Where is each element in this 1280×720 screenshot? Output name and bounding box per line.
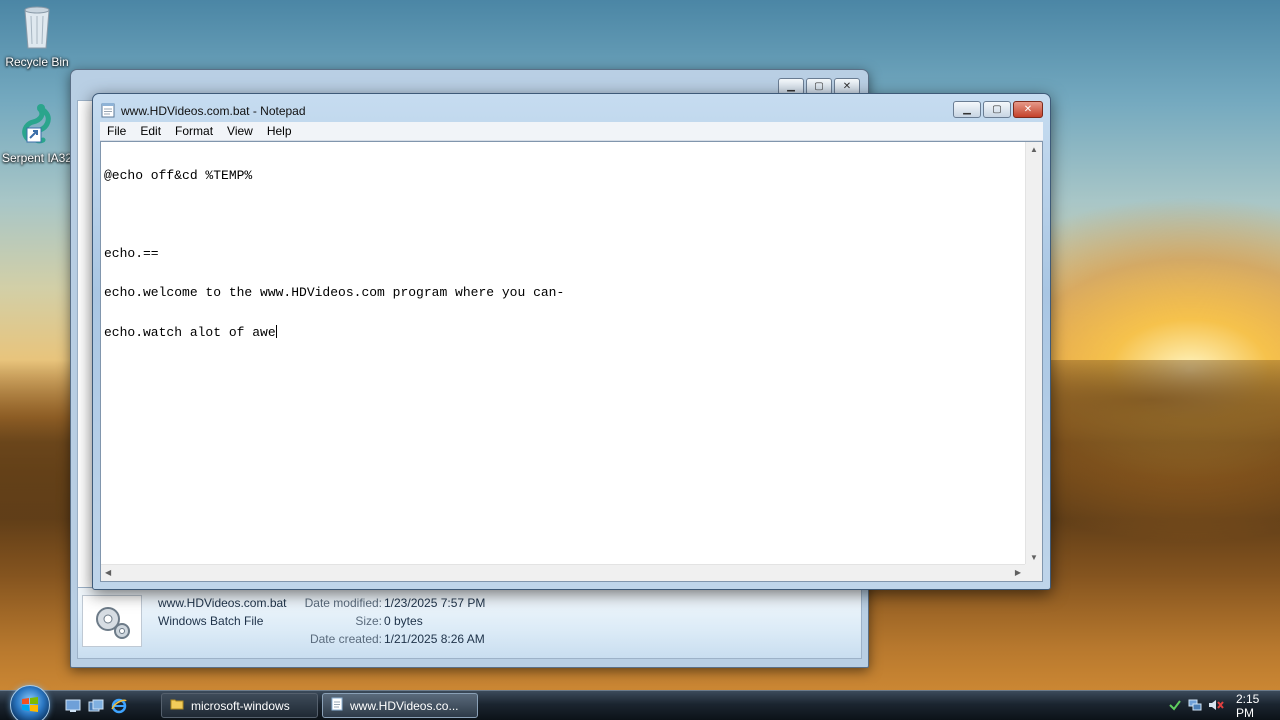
serpent-icon [0, 100, 74, 149]
batch-file-icon [82, 595, 142, 647]
resize-grip[interactable] [1025, 564, 1042, 581]
taskbar-button-label: microsoft-windows [191, 698, 290, 713]
details-size-value: 0 bytes [384, 614, 423, 628]
clock[interactable]: 2:15 PM [1236, 692, 1280, 720]
notepad-titlebar[interactable]: www.HDVideos.com.bat - Notepad [101, 102, 306, 120]
notepad-icon [331, 697, 343, 714]
scroll-left-arrow-icon[interactable]: ◀ [105, 568, 111, 577]
internet-explorer-icon[interactable] [110, 697, 128, 714]
recycle-bin-icon [0, 2, 74, 53]
menu-format[interactable]: Format [168, 124, 220, 138]
editor-line: echo.== [104, 246, 159, 261]
explorer-details-pane: www.HDVideos.com.bat Windows Batch File … [77, 587, 862, 659]
menu-file[interactable]: File [100, 124, 133, 138]
details-date-created-value: 1/21/2025 8:26 AM [384, 632, 485, 646]
editor-line: echo.welcome to the www.HDVideos.com pro… [104, 285, 565, 300]
scroll-up-arrow-icon[interactable]: ▲ [1030, 145, 1038, 154]
maximize-button[interactable]: ▢ [983, 101, 1011, 118]
text-editor[interactable]: @echo off&cd %TEMP% echo.== echo.welcome… [100, 141, 1043, 582]
scroll-right-arrow-icon[interactable]: ▶ [1015, 568, 1021, 577]
editor-line-current: echo.watch alot of awe [104, 325, 1022, 339]
volume-muted-icon[interactable] [1208, 698, 1224, 715]
network-icon[interactable] [1188, 698, 1202, 715]
menu-help[interactable]: Help [260, 124, 299, 138]
system-tray: 2:15 PM [1150, 691, 1280, 720]
notepad-caption-buttons: ▁ ▢ ✕ [953, 101, 1043, 118]
details-size-label: Size: [355, 614, 382, 628]
details-file-name: www.HDVideos.com.bat [158, 596, 287, 610]
start-button[interactable] [10, 685, 50, 720]
desktop-icon-label: Serpent IA32 [1, 151, 73, 165]
close-button[interactable]: ✕ [1013, 101, 1043, 118]
details-date-created-label: Date created: [309, 632, 382, 646]
scroll-down-arrow-icon[interactable]: ▼ [1030, 553, 1038, 562]
menu-view[interactable]: View [220, 124, 260, 138]
desktop-icon-label: Recycle Bin [5, 55, 69, 69]
menu-bar: File Edit Format View Help [100, 122, 1043, 141]
update-icon[interactable] [1168, 698, 1182, 715]
horizontal-scrollbar[interactable]: ◀ ▶ [101, 564, 1025, 581]
desktop-icon-serpent[interactable]: Serpent IA32 [0, 100, 74, 165]
text-caret [275, 325, 277, 338]
desktop-icon-recycle-bin[interactable]: Recycle Bin [0, 2, 74, 69]
menu-edit[interactable]: Edit [133, 124, 168, 138]
notepad-window[interactable]: www.HDVideos.com.bat - Notepad ▁ ▢ ✕ Fil… [92, 93, 1051, 590]
windows-logo-icon [22, 697, 38, 712]
folder-icon [170, 697, 184, 714]
details-date-modified-value: 1/23/2025 7:57 PM [384, 596, 486, 610]
minimize-button[interactable]: ▁ [953, 101, 981, 118]
taskbar-button-explorer[interactable]: microsoft-windows [161, 693, 318, 718]
notepad-title: www.HDVideos.com.bat - Notepad [121, 104, 306, 118]
taskbar-button-label: www.HDVideos.co... [350, 698, 459, 713]
switch-windows-icon[interactable] [87, 697, 105, 714]
editor-line: @echo off&cd %TEMP% [104, 168, 253, 183]
notepad-app-icon [101, 102, 115, 121]
show-desktop-icon[interactable] [64, 697, 82, 714]
details-date-modified-label: Date modified: [304, 596, 382, 610]
editor-line: echo.watch alot of awe [104, 325, 276, 340]
taskbar: microsoft-windows www.HDVideos.co... 2:1… [0, 685, 1280, 720]
vertical-scrollbar[interactable]: ▲ ▼ [1025, 142, 1042, 565]
editor-content[interactable]: @echo off&cd %TEMP% echo.== echo.welcome… [104, 143, 1022, 365]
details-file-type: Windows Batch File [158, 614, 264, 628]
taskbar-button-notepad[interactable]: www.HDVideos.co... [322, 693, 478, 718]
